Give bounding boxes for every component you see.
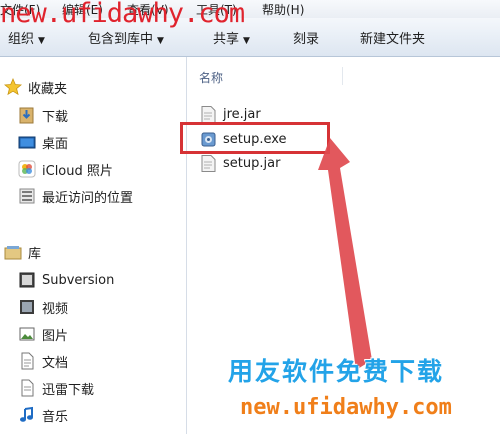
- watermark-bottom-url: new.ufidawhy.com: [240, 395, 452, 420]
- watermark-cn-text: 用友软件免费下载: [228, 357, 445, 386]
